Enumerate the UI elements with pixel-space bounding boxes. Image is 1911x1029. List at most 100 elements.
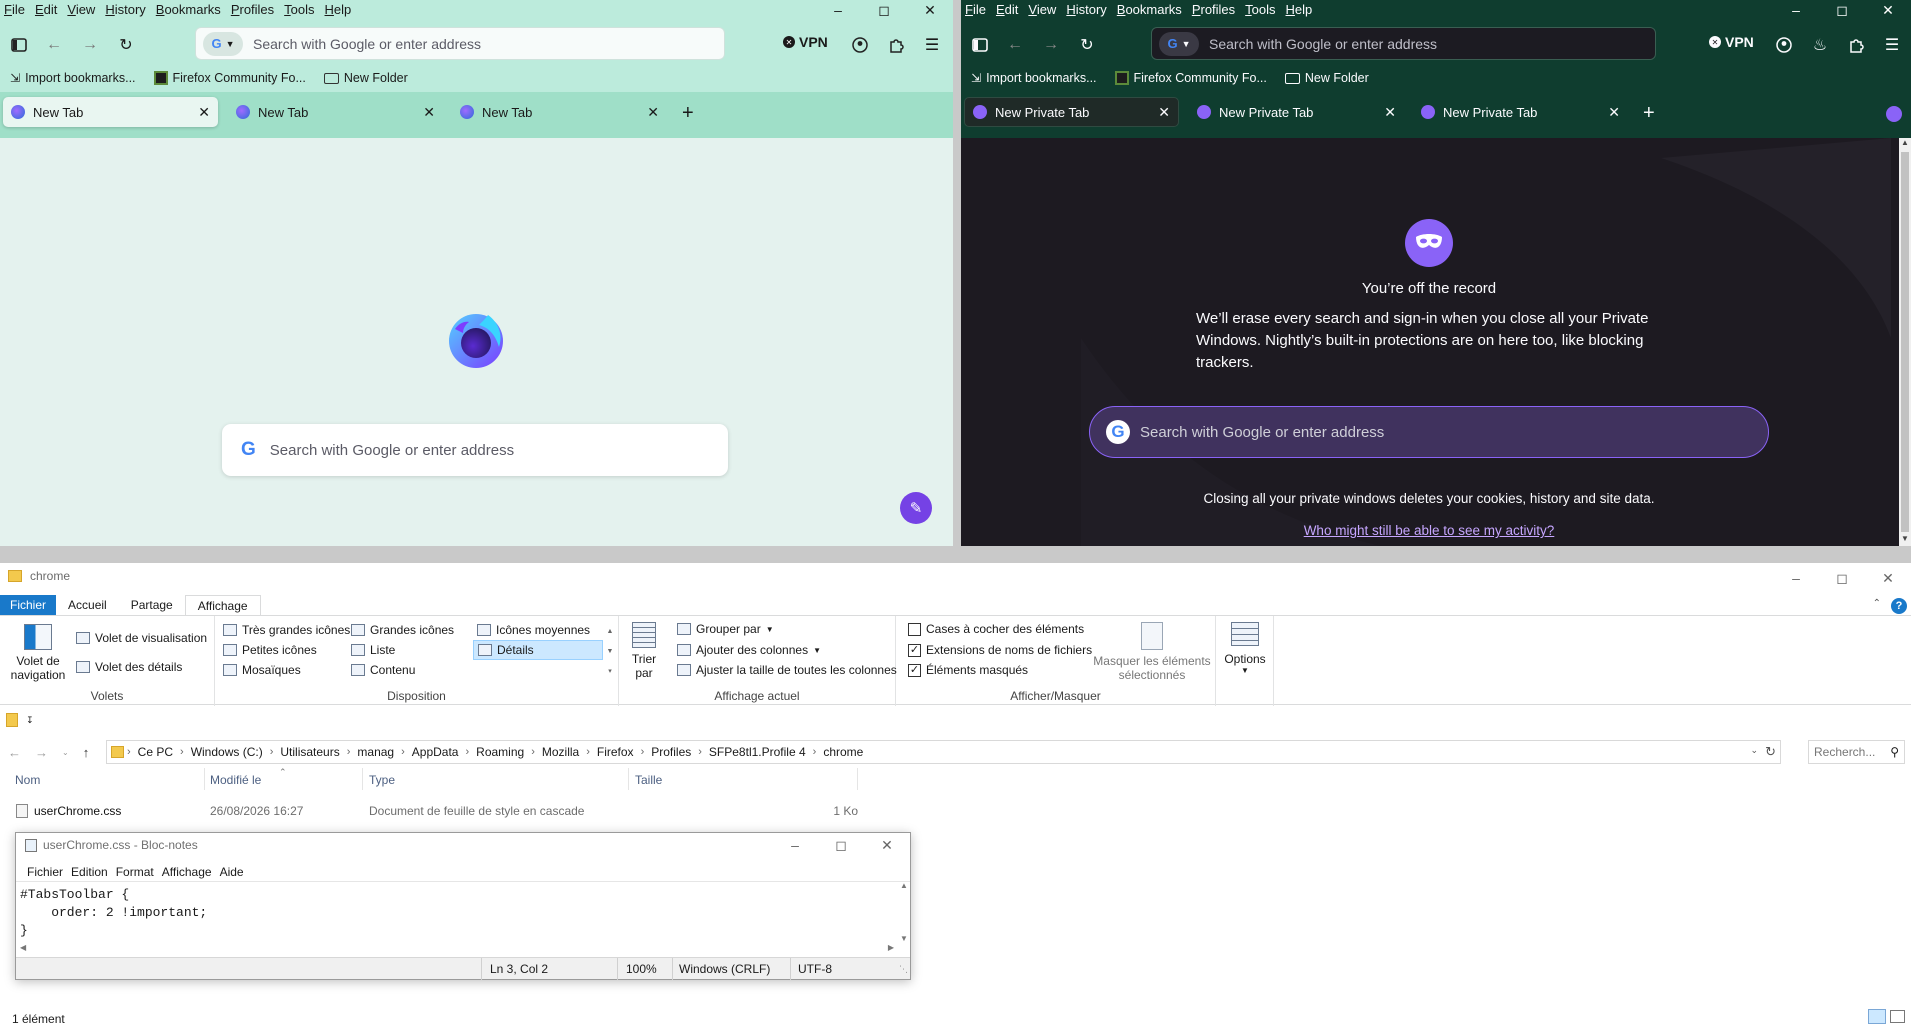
collapse-ribbon-icon[interactable]: ⌃ bbox=[1873, 598, 1881, 609]
vertical-scrollbar[interactable]: ▲ ▼ bbox=[898, 881, 910, 943]
sort-by-button[interactable]: Trier par bbox=[629, 620, 659, 680]
notepad-menu-aide[interactable]: Aide bbox=[216, 865, 248, 879]
tab-1[interactable]: New Tab ✕ bbox=[3, 97, 218, 127]
bookmark-folder[interactable]: New Folder bbox=[323, 71, 408, 85]
breadcrumb-item[interactable]: Firefox bbox=[593, 745, 638, 759]
menu-help[interactable]: Help bbox=[320, 2, 357, 17]
scroll-right-icon[interactable]: ▶ bbox=[888, 943, 894, 952]
menu-bookmarks[interactable]: Bookmarks bbox=[1112, 2, 1187, 17]
bookmark-import[interactable]: ⇲ Import bookmarks... bbox=[10, 71, 136, 85]
address-bar[interactable]: › Ce PC › Windows (C:) › Utilisateurs › … bbox=[106, 740, 1781, 764]
scroll-up-icon[interactable]: ▲ bbox=[898, 881, 910, 890]
private-footer-link[interactable]: Who might still be able to see my activi… bbox=[1129, 523, 1729, 538]
column-type[interactable]: Type bbox=[369, 773, 395, 787]
maximize-icon[interactable]: ◻ bbox=[1819, 563, 1865, 593]
notepad-menu-affichage[interactable]: Affichage bbox=[158, 865, 216, 879]
customize-pencil-icon[interactable]: ✎ bbox=[900, 492, 932, 524]
menu-tools[interactable]: Tools bbox=[279, 2, 319, 17]
scrollbar[interactable]: ▲ ▼ bbox=[1899, 138, 1911, 546]
breadcrumb-item[interactable]: Profiles bbox=[647, 745, 695, 759]
close-icon[interactable]: ✕ bbox=[1865, 0, 1911, 20]
tab-2[interactable]: New Tab ✕ bbox=[228, 97, 443, 127]
ribbon-tab-partage[interactable]: Partage bbox=[119, 595, 185, 615]
maximize-icon[interactable]: ◻ bbox=[861, 0, 907, 20]
menu-edit[interactable]: Edit bbox=[30, 2, 62, 17]
checkbox-unchecked[interactable] bbox=[908, 622, 921, 636]
private-browsing-icon[interactable]: ♨ bbox=[1809, 34, 1831, 56]
bookmark-import[interactable]: ⇲ Import bookmarks... bbox=[971, 71, 1097, 85]
nav-pane-button[interactable]: Volet de navigation bbox=[6, 620, 70, 682]
close-icon[interactable]: ✕ bbox=[907, 0, 953, 20]
fit-columns-button[interactable]: Ajuster la taille de toutes les colonnes bbox=[677, 663, 897, 677]
extensions-icon[interactable] bbox=[885, 34, 907, 56]
maximize-icon[interactable]: ◻ bbox=[818, 833, 864, 857]
ribbon-tab-fichier[interactable]: Fichier bbox=[0, 595, 57, 615]
sidebar-toggle-icon[interactable] bbox=[969, 34, 991, 56]
horizontal-scrollbar[interactable]: ◀ ▶ bbox=[16, 943, 898, 955]
reload-icon[interactable]: ↻ bbox=[115, 34, 137, 56]
bookmark-folder[interactable]: New Folder bbox=[1284, 71, 1369, 85]
scroll-down-icon[interactable]: ▼ bbox=[898, 934, 910, 943]
search-engine-button[interactable]: G ▼ bbox=[1159, 31, 1199, 56]
layout-grandes-icones[interactable]: Grandes icônes bbox=[351, 623, 454, 637]
checkbox-item-checkboxes[interactable]: Cases à cocher des éléments bbox=[908, 622, 1084, 636]
breadcrumb-item[interactable]: chrome bbox=[819, 745, 867, 759]
breadcrumb-item[interactable]: Ce PC bbox=[134, 745, 177, 759]
details-pane-button[interactable]: Volet des détails bbox=[76, 660, 182, 674]
layout-liste[interactable]: Liste bbox=[351, 643, 395, 657]
close-tab-icon[interactable]: ✕ bbox=[1384, 104, 1396, 121]
ribbon-tab-affichage[interactable]: Affichage bbox=[184, 595, 261, 615]
menu-file[interactable]: File bbox=[961, 2, 991, 17]
url-bar[interactable]: G ▼ Search with Google or enter address bbox=[195, 27, 725, 60]
layout-details[interactable]: Détails bbox=[473, 640, 603, 660]
preview-pane-button[interactable]: Volet de visualisation bbox=[76, 631, 207, 645]
options-button[interactable]: Options ▼ bbox=[1216, 622, 1274, 675]
column-modifie[interactable]: Modifié le bbox=[210, 773, 261, 787]
column-nom[interactable]: Nom bbox=[15, 773, 40, 787]
forward-icon[interactable]: → bbox=[35, 745, 48, 760]
bookmark-community[interactable]: Firefox Community Fo... bbox=[153, 71, 306, 85]
tab-2[interactable]: New Private Tab ✕ bbox=[1189, 97, 1404, 127]
scroll-up-icon[interactable]: ▲ bbox=[1899, 138, 1911, 150]
close-tab-icon[interactable]: ✕ bbox=[1608, 104, 1620, 121]
breadcrumb-item[interactable]: AppData bbox=[408, 745, 463, 759]
checkbox-checked[interactable]: ✓ bbox=[908, 643, 921, 657]
table-row[interactable]: userChrome.css 26/08/2026 16:27 Document… bbox=[10, 801, 858, 821]
layout-tres-grandes-icones[interactable]: Très grandes icônes bbox=[223, 623, 350, 637]
breadcrumb-item[interactable]: Windows (C:) bbox=[187, 745, 267, 759]
layout-scroll[interactable]: ▲ ▼ ▾ bbox=[605, 622, 615, 682]
menu-profiles[interactable]: Profiles bbox=[1187, 2, 1240, 17]
help-icon[interactable]: ? bbox=[1891, 598, 1907, 614]
bookmark-community[interactable]: Firefox Community Fo... bbox=[1114, 71, 1267, 85]
column-divider[interactable] bbox=[362, 768, 363, 790]
menu-edit[interactable]: Edit bbox=[991, 2, 1023, 17]
reload-icon[interactable]: ↻ bbox=[1076, 34, 1098, 56]
resize-grip-icon[interactable]: ⋱ bbox=[899, 964, 908, 975]
extensions-icon[interactable] bbox=[1845, 34, 1867, 56]
scroll-thumb[interactable] bbox=[1901, 152, 1909, 532]
menu-view[interactable]: View bbox=[1023, 2, 1061, 17]
close-tab-icon[interactable]: ✕ bbox=[423, 104, 435, 121]
minimize-icon[interactable]: – bbox=[1773, 563, 1819, 593]
close-tab-icon[interactable]: ✕ bbox=[198, 104, 210, 121]
sidebar-toggle-icon[interactable] bbox=[8, 34, 30, 56]
menu-profiles[interactable]: Profiles bbox=[226, 2, 279, 17]
back-icon[interactable]: ← bbox=[8, 745, 21, 760]
layout-mosaiques[interactable]: Mosaïques bbox=[223, 663, 301, 677]
close-icon[interactable]: ✕ bbox=[864, 833, 910, 857]
back-icon[interactable]: ← bbox=[1004, 34, 1026, 56]
url-bar[interactable]: G ▼ Search with Google or enter address bbox=[1151, 27, 1656, 60]
close-icon[interactable]: ✕ bbox=[1865, 563, 1911, 593]
column-divider[interactable] bbox=[857, 768, 858, 790]
vpn-button[interactable]: ✕ VPN bbox=[1709, 34, 1754, 50]
breadcrumb-item[interactable]: manag bbox=[353, 745, 398, 759]
menu-help[interactable]: Help bbox=[1281, 2, 1318, 17]
hamburger-menu-icon[interactable]: ☰ bbox=[921, 34, 943, 56]
search-box[interactable]: Recherch... ⚲ bbox=[1808, 740, 1905, 764]
notepad-editor[interactable]: #TabsToolbar { order: 2 !important;} bbox=[16, 881, 910, 943]
search-engine-button[interactable]: G ▼ bbox=[203, 31, 243, 56]
new-tab-plus-icon[interactable]: + bbox=[682, 102, 694, 125]
menu-view[interactable]: View bbox=[62, 2, 100, 17]
breadcrumb-item[interactable]: SFPe8tl1.Profile 4 bbox=[705, 745, 810, 759]
up-icon[interactable]: ↑ bbox=[83, 745, 90, 760]
